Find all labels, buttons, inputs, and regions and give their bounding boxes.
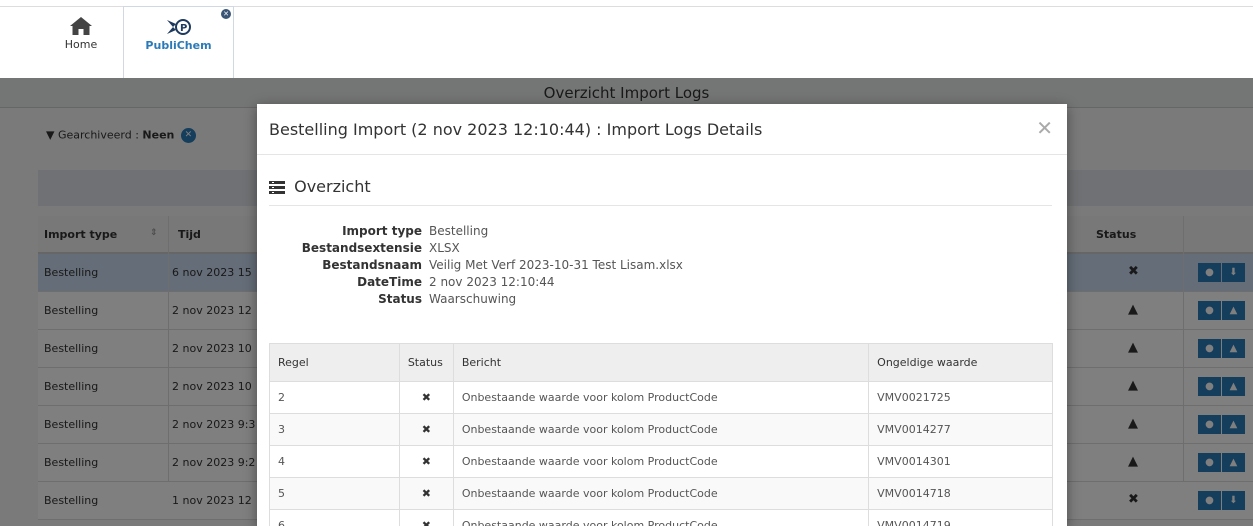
table-row: 2 ✖ Onbestaande waarde voor kolom Produc…	[269, 381, 1053, 414]
detail-row: DateTime 2 nov 2023 12:10:44	[269, 275, 769, 292]
detail-label: Import type	[342, 224, 422, 238]
cell-bericht: Onbestaande waarde voor kolom ProductCod…	[452, 445, 870, 478]
svg-text:P: P	[180, 23, 187, 34]
detail-label: Status	[378, 292, 422, 306]
cell-waarde: VMV0014718	[868, 477, 1053, 510]
cell-bericht: Onbestaande waarde voor kolom ProductCod…	[452, 477, 870, 510]
tab-publichem[interactable]: P PubliChem ✕	[123, 6, 234, 79]
cell-regel: 4	[269, 445, 400, 478]
col-bericht[interactable]: Bericht	[452, 343, 870, 382]
list-icon	[269, 181, 285, 194]
table-row: 3 ✖ Onbestaande waarde voor kolom Produc…	[269, 413, 1053, 446]
detail-label: Bestandsextensie	[301, 241, 422, 255]
error-icon: ✖	[398, 477, 454, 510]
cell-regel: 3	[269, 413, 400, 446]
detail-row: Import type Bestelling	[269, 224, 769, 241]
detail-value: Bestelling	[429, 224, 489, 238]
detail-label: DateTime	[357, 275, 422, 289]
cell-waarde: VMV0014277	[868, 413, 1053, 446]
import-log-details-modal: Bestelling Import (2 nov 2023 12:10:44) …	[257, 104, 1067, 526]
section-title: Overzicht	[294, 177, 371, 196]
detail-value: 2 nov 2023 12:10:44	[429, 275, 555, 289]
detail-row: Bestandsnaam Veilig Met Verf 2023-10-31 …	[269, 258, 769, 275]
modal-header: Bestelling Import (2 nov 2023 12:10:44) …	[257, 104, 1067, 155]
cell-waarde: VMV0014719	[868, 509, 1053, 526]
detail-value: XLSX	[429, 241, 460, 255]
detail-value: Waarschuwing	[429, 292, 517, 306]
detail-row: Status Waarschuwing	[269, 292, 769, 309]
col-status[interactable]: Status	[398, 343, 454, 382]
log-lines-table: Regel Status Bericht Ongeldige waarde 2 …	[269, 343, 1053, 526]
cell-regel: 5	[269, 477, 400, 510]
tab-publichem-label: PubliChem	[145, 39, 212, 52]
detail-value: Veilig Met Verf 2023-10-31 Test Lisam.xl…	[429, 258, 683, 272]
close-tab-icon[interactable]: ✕	[221, 9, 231, 19]
col-regel[interactable]: Regel	[269, 343, 400, 382]
publichem-logo-icon: P	[166, 19, 191, 35]
cell-bericht: Onbestaande waarde voor kolom ProductCod…	[452, 413, 870, 446]
table-row: 4 ✖ Onbestaande waarde voor kolom Produc…	[269, 445, 1053, 478]
modal-title: Bestelling Import (2 nov 2023 12:10:44) …	[269, 120, 763, 139]
section-header: Overzicht	[269, 177, 1052, 206]
table-header-row: Regel Status Bericht Ongeldige waarde	[269, 343, 1053, 382]
tab-home-label: Home	[64, 38, 98, 51]
detail-label: Bestandsnaam	[322, 258, 422, 272]
cell-regel: 2	[269, 381, 400, 414]
error-icon: ✖	[398, 445, 454, 478]
close-icon[interactable]: ✕	[1036, 116, 1053, 140]
cell-bericht: Onbestaande waarde voor kolom ProductCod…	[452, 381, 870, 414]
cell-bericht: Onbestaande waarde voor kolom ProductCod…	[452, 509, 870, 526]
error-icon: ✖	[398, 509, 454, 526]
tab-home[interactable]: Home	[38, 6, 124, 78]
col-ongeldige-waarde[interactable]: Ongeldige waarde	[868, 343, 1053, 382]
top-tab-bar: Home P PubliChem ✕	[0, 0, 1253, 79]
home-icon	[70, 17, 92, 35]
cell-regel: 6	[269, 509, 400, 526]
details-list: Import type Bestelling Bestandsextensie …	[269, 224, 769, 309]
cell-waarde: VMV0014301	[868, 445, 1053, 478]
error-icon: ✖	[398, 381, 454, 414]
table-row: 5 ✖ Onbestaande waarde voor kolom Produc…	[269, 477, 1053, 510]
cell-waarde: VMV0021725	[868, 381, 1053, 414]
detail-row: Bestandsextensie XLSX	[269, 241, 769, 258]
error-icon: ✖	[398, 413, 454, 446]
table-row: 6 ✖ Onbestaande waarde voor kolom Produc…	[269, 509, 1053, 526]
